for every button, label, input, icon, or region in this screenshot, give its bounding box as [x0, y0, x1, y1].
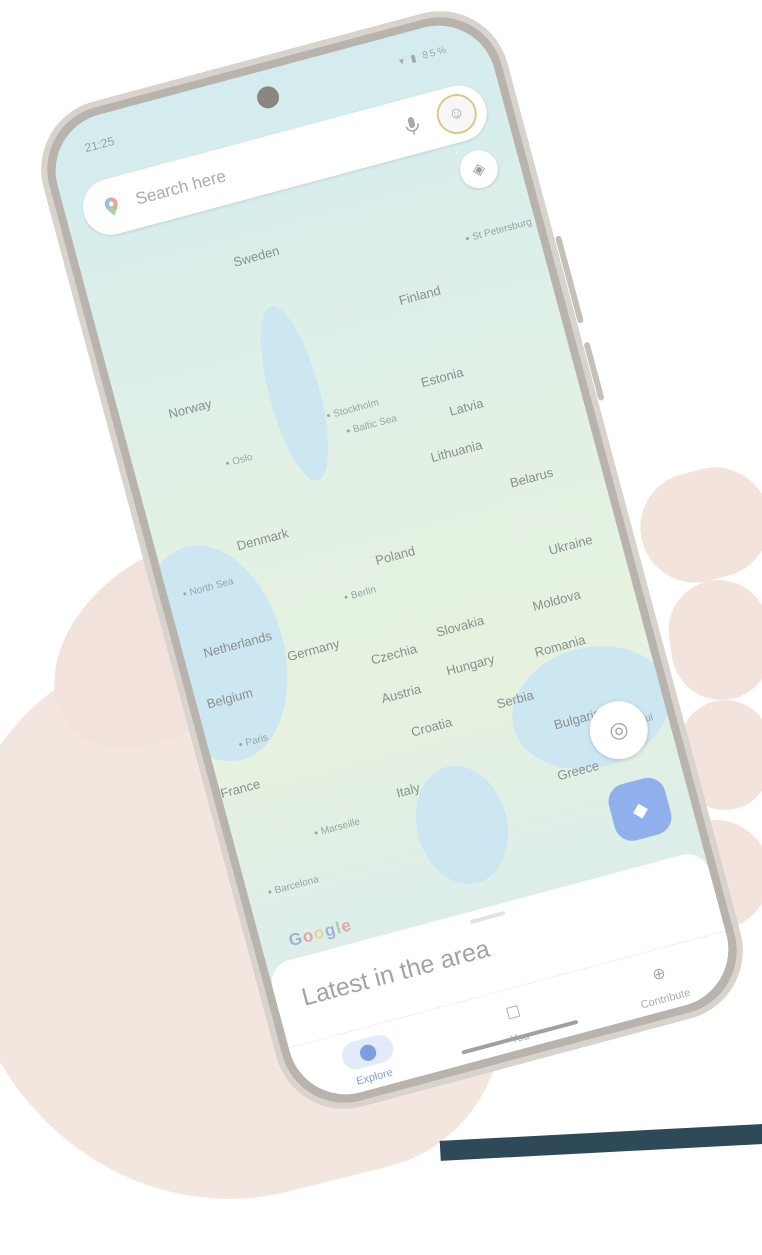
map-city-barcelona: Barcelona: [267, 874, 320, 898]
map-label-austria: Austria: [379, 681, 423, 707]
map-city-berlin: Berlin: [343, 584, 378, 603]
directions-icon: ◆: [629, 797, 651, 823]
nav-explore-label: Explore: [355, 1066, 395, 1088]
maps-pin-icon: [104, 197, 118, 216]
map-label-denmark: Denmark: [235, 525, 291, 554]
power-button: [583, 341, 605, 402]
map-label-finland: Finland: [397, 282, 443, 309]
map-label-france: France: [218, 776, 262, 802]
map-label-belarus: Belarus: [508, 464, 555, 491]
bottom-navigation: ⬤ Explore ☐ You ⊕ Contribute: [288, 930, 742, 1108]
map-label-lithuania: Lithuania: [428, 437, 484, 466]
bookmark-icon: ☐: [504, 1003, 523, 1024]
map-label-latvia: Latvia: [447, 395, 486, 419]
nav-contribute[interactable]: ⊕ Contribute: [595, 935, 725, 1020]
nav-you[interactable]: ☐ You: [449, 974, 579, 1059]
photo-scene: Sweden Finland Norway Estonia Latvia Lit…: [0, 0, 762, 1255]
map-label-ukraine: Ukraine: [546, 531, 595, 558]
hand-finger: [627, 455, 762, 595]
profile-avatar[interactable]: ☺: [432, 89, 482, 139]
nav-explore[interactable]: ⬤ Explore: [304, 1013, 434, 1098]
map-city-stockholm: Stockholm: [325, 397, 380, 422]
map-label-slovakia: Slovakia: [434, 612, 486, 640]
locate-icon: ◎: [606, 715, 632, 745]
hand-finger: [662, 573, 762, 707]
map-sea-baltic: Baltic Sea: [345, 413, 398, 437]
map-label-germany: Germany: [285, 635, 342, 665]
map-label-croatia: Croatia: [409, 714, 454, 740]
map-label-czechia: Czechia: [369, 640, 419, 668]
map-label-poland: Poland: [373, 543, 417, 569]
decorative-bar: [439, 1123, 762, 1161]
map-label-estonia: Estonia: [419, 364, 465, 391]
map-city-st-petersburg: St Petersburg: [464, 217, 533, 245]
sheet-drag-handle[interactable]: [469, 910, 506, 924]
map-label-sweden: Sweden: [231, 242, 281, 270]
map-label-moldova: Moldova: [530, 586, 583, 614]
map-city-marseille: Marseille: [313, 816, 361, 839]
map-label-norway: Norway: [166, 395, 214, 422]
map-label-hungary: Hungary: [444, 651, 497, 679]
adriatic-water: [402, 755, 521, 895]
layers-icon: ◈: [470, 159, 488, 180]
baltic-water: [247, 300, 343, 487]
map-city-oslo: Oslo: [224, 452, 254, 470]
